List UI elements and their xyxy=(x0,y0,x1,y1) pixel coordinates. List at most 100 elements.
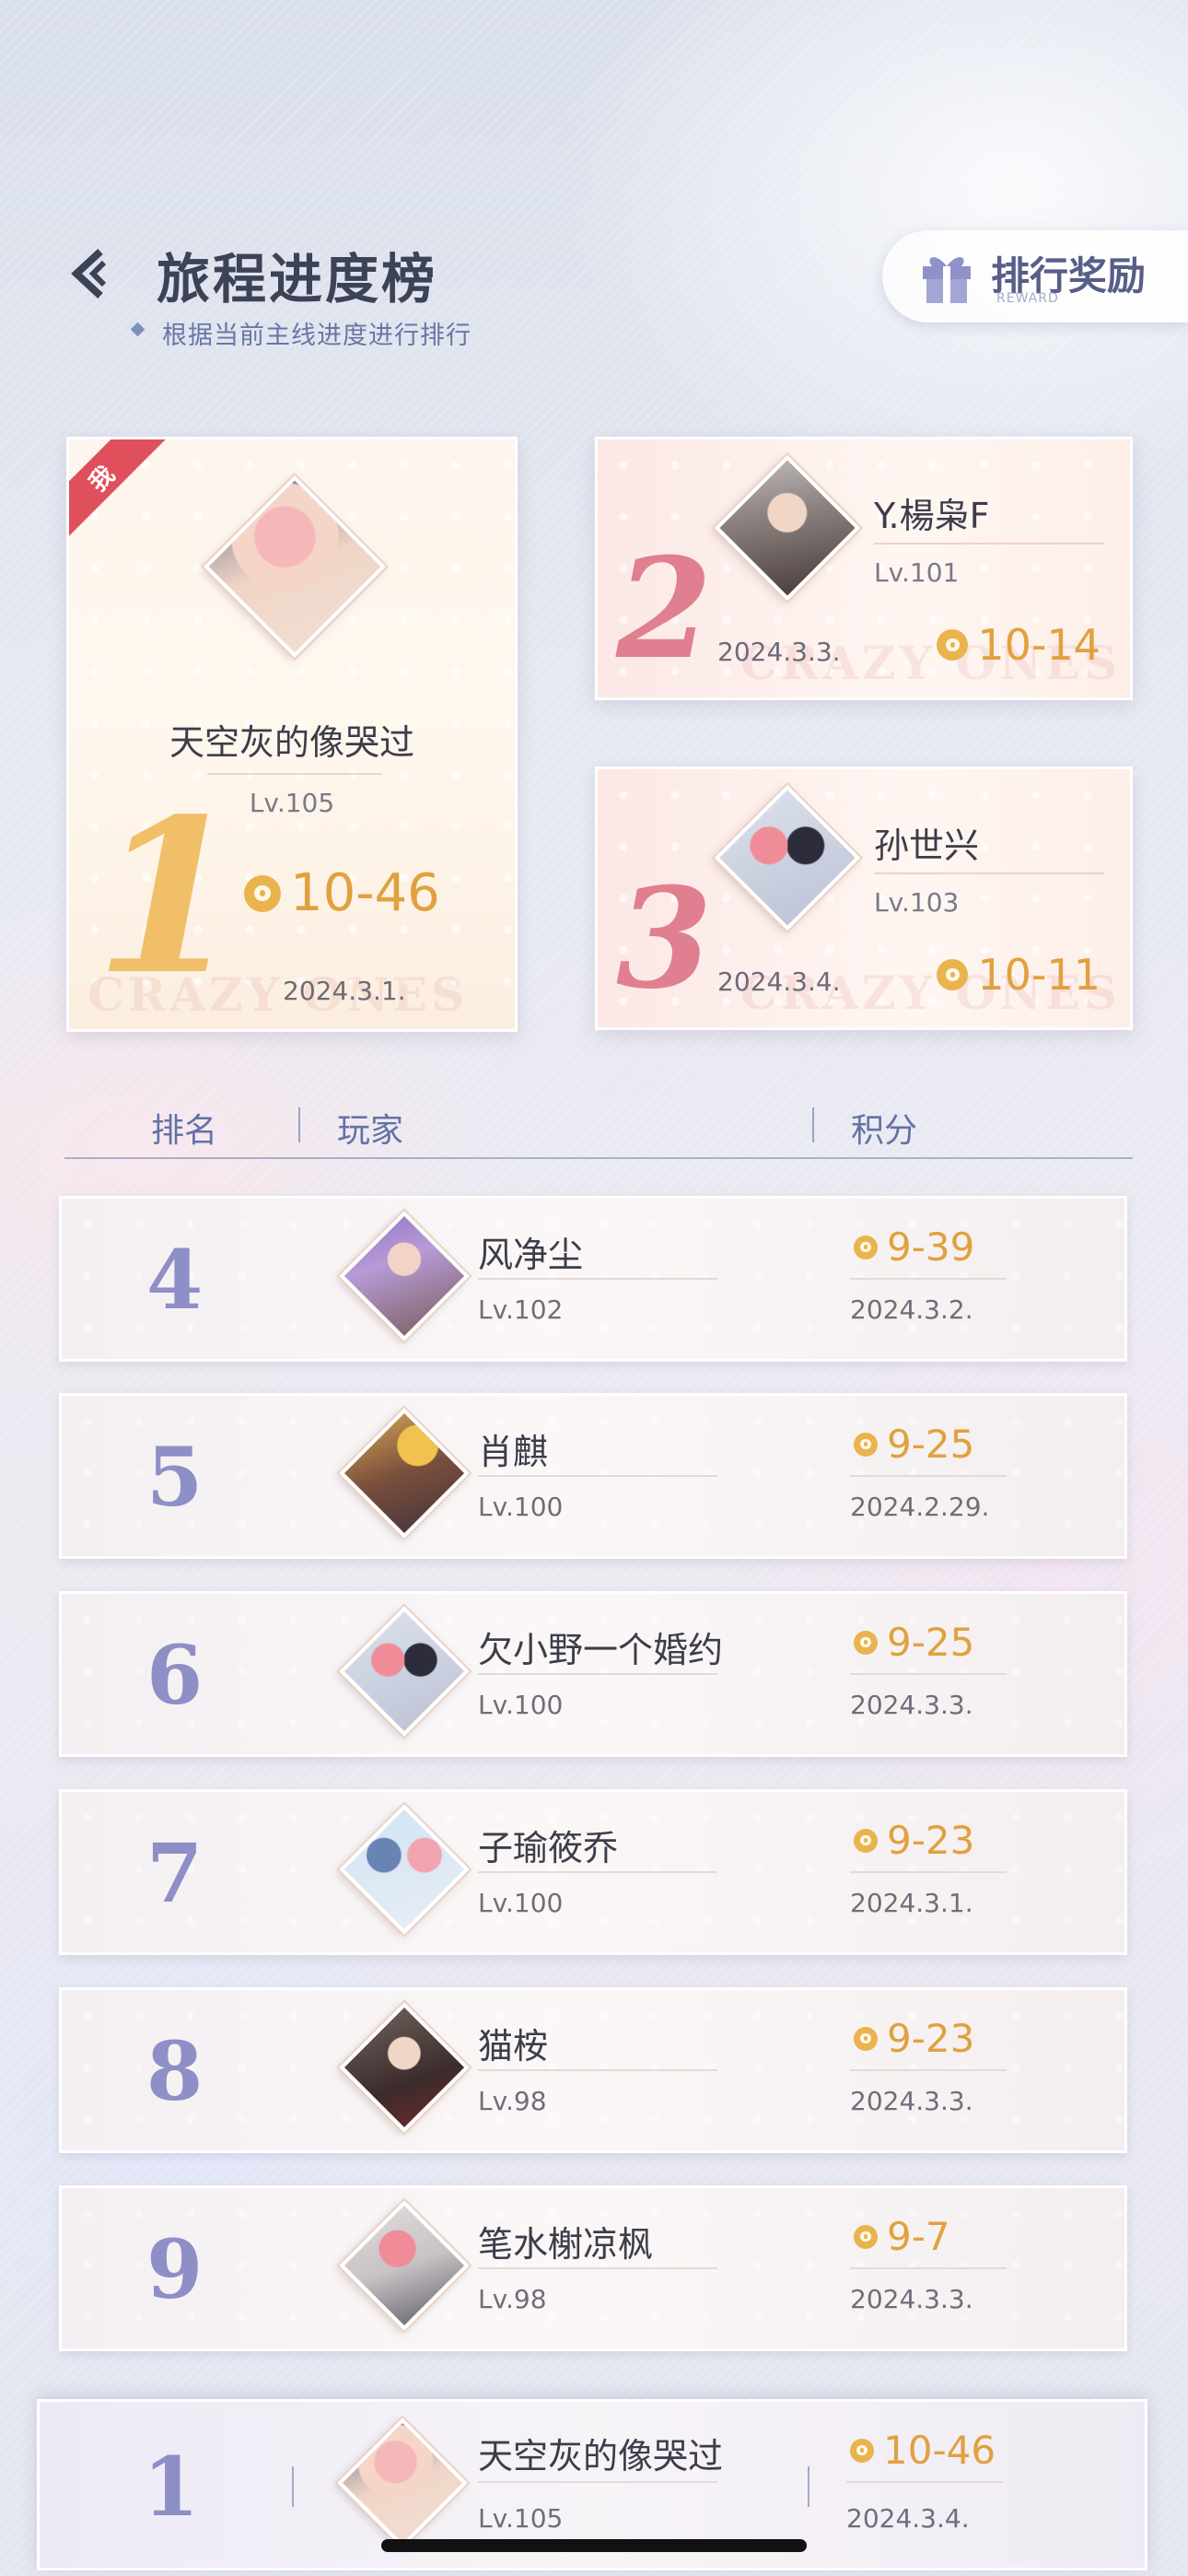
divider xyxy=(478,2481,717,2483)
header-rank: 排名 xyxy=(151,1112,218,1150)
score-value: 9-25 xyxy=(887,1620,975,1665)
table-row[interactable]: 9 笔水榭凉枫 Lv.98 9-7 2024.3.3. xyxy=(59,2185,1127,2351)
score: 10-14 xyxy=(937,620,1101,670)
player-level: Lv.105 xyxy=(249,788,335,818)
score: 10-46 xyxy=(244,863,440,923)
page-title: 旅程进度榜 xyxy=(157,248,438,310)
column-separator xyxy=(808,2466,809,2507)
divider xyxy=(478,1475,717,1477)
score-value: 9-23 xyxy=(887,1818,975,1863)
player-level: Lv.101 xyxy=(874,557,960,588)
divider xyxy=(850,1673,1007,1675)
back-button[interactable] xyxy=(61,241,125,306)
header-score: 积分 xyxy=(851,1112,918,1150)
date: 2024.2.29. xyxy=(850,1492,990,1522)
divider xyxy=(846,2481,1003,2483)
gift-icon xyxy=(923,257,971,303)
player-level: Lv.98 xyxy=(478,2284,547,2314)
reward-label: 排行奖励 xyxy=(991,253,1147,299)
score: 9-25 xyxy=(854,1620,974,1665)
home-indicator[interactable] xyxy=(381,2539,807,2552)
table-row[interactable]: 6 欠小野一个婚约 Lv.100 9-25 2024.3.3. xyxy=(59,1591,1127,1757)
table-row[interactable]: 7 子瑜筱乔 Lv.100 9-23 2024.3.1. xyxy=(59,1789,1127,1955)
date: 2024.3.1. xyxy=(283,976,406,1006)
film-reel-icon xyxy=(937,629,969,661)
score-value: 9-25 xyxy=(887,1422,975,1467)
score: 9-39 xyxy=(854,1224,974,1270)
film-reel-icon xyxy=(854,2224,878,2249)
reward-button[interactable]: 排行奖励 REWARD xyxy=(882,230,1188,322)
player-level: Lv.102 xyxy=(478,1294,564,1325)
film-reel-icon xyxy=(854,1828,878,1853)
date: 2024.3.3. xyxy=(850,1690,973,1720)
podium-card-rank-3[interactable]: CRAZY ONES 3 孙世兴 Lv.103 2024.3.4. 10-11 xyxy=(595,767,1133,1030)
player-name: 天空灰的像哭过 xyxy=(169,722,414,763)
table-row[interactable]: 4 风净尘 Lv.102 9-39 2024.3.2. xyxy=(59,1196,1127,1362)
score-value: 9-39 xyxy=(887,1224,975,1270)
score-value: 10-14 xyxy=(977,620,1101,670)
player-level: Lv.103 xyxy=(874,887,960,918)
divider xyxy=(850,1871,1007,1873)
date: 2024.3.1. xyxy=(850,1888,973,1918)
film-reel-icon xyxy=(850,2438,874,2463)
podium-card-rank-2[interactable]: CRAZY ONES 2 Y.楊枭F Lv.101 2024.3.3. 10-1… xyxy=(595,437,1133,700)
score-value: 9-7 xyxy=(887,2214,950,2259)
score: 10-46 xyxy=(850,2428,996,2473)
score: 9-23 xyxy=(854,2016,974,2061)
player-level: Lv.100 xyxy=(478,1492,564,1522)
reward-sublabel: REWARD xyxy=(996,291,1059,306)
header-separator xyxy=(812,1107,814,1142)
header-player: 玩家 xyxy=(337,1112,404,1150)
divider xyxy=(874,543,1104,544)
rank-number: 1 xyxy=(143,2439,200,2535)
score-value: 10-11 xyxy=(977,950,1101,1000)
podium-card-rank-1[interactable]: CRAZY ONES 我 1 天空灰的像哭过 Lv.105 10-46 2024… xyxy=(66,437,518,1032)
score: 10-11 xyxy=(937,950,1101,1000)
film-reel-icon xyxy=(854,1235,878,1259)
film-reel-icon xyxy=(937,959,969,990)
table-row[interactable]: 8 猫桉 Lv.98 9-23 2024.3.3. xyxy=(59,1987,1127,2153)
player-name: 猫桉 xyxy=(478,2026,549,2067)
film-reel-icon xyxy=(854,1432,878,1457)
divider xyxy=(850,1475,1007,1477)
page-subtitle: 根据当前主线进度进行排行 xyxy=(162,322,472,350)
date: 2024.3.3. xyxy=(717,637,841,667)
date: 2024.3.4. xyxy=(717,966,841,997)
date: 2024.3.3. xyxy=(850,2284,973,2314)
score-value: 9-23 xyxy=(887,2016,975,2061)
divider xyxy=(850,2069,1007,2071)
score: 9-25 xyxy=(854,1422,974,1467)
film-reel-icon xyxy=(244,874,281,912)
divider xyxy=(850,1278,1007,1280)
divider xyxy=(478,1871,717,1873)
player-level: Lv.105 xyxy=(478,2503,564,2534)
player-name: Y.楊枭F xyxy=(874,496,990,536)
table-row[interactable]: 5 肖麒 Lv.100 9-25 2024.2.29. xyxy=(59,1393,1127,1559)
rank-number: 3 xyxy=(616,858,713,1020)
score-value: 10-46 xyxy=(290,863,440,923)
rank-number: 5 xyxy=(146,1429,204,1525)
date: 2024.3.2. xyxy=(850,1294,973,1325)
player-name: 风净尘 xyxy=(478,1235,584,1275)
rank-number: 2 xyxy=(616,528,713,690)
date: 2024.3.4. xyxy=(846,2503,970,2534)
divider xyxy=(478,2267,717,2269)
score: 9-7 xyxy=(854,2214,950,2259)
player-level: Lv.98 xyxy=(478,2086,547,2116)
divider xyxy=(478,1673,717,1675)
player-name: 子瑜筱乔 xyxy=(478,1828,619,1868)
header-separator xyxy=(298,1107,300,1142)
column-separator xyxy=(292,2466,294,2507)
player-level: Lv.100 xyxy=(478,1690,564,1720)
header-underline xyxy=(64,1157,1133,1159)
divider xyxy=(207,773,382,775)
rank-number: 9 xyxy=(146,2221,204,2317)
rank-number: 6 xyxy=(146,1627,204,1723)
date: 2024.3.3. xyxy=(850,2086,973,2116)
divider xyxy=(850,2267,1007,2269)
film-reel-icon xyxy=(854,1630,878,1655)
subtitle-bullet-icon xyxy=(130,322,146,337)
avatar[interactable] xyxy=(337,2418,468,2548)
player-name: 肖麒 xyxy=(478,1432,549,1472)
divider xyxy=(478,2069,717,2071)
